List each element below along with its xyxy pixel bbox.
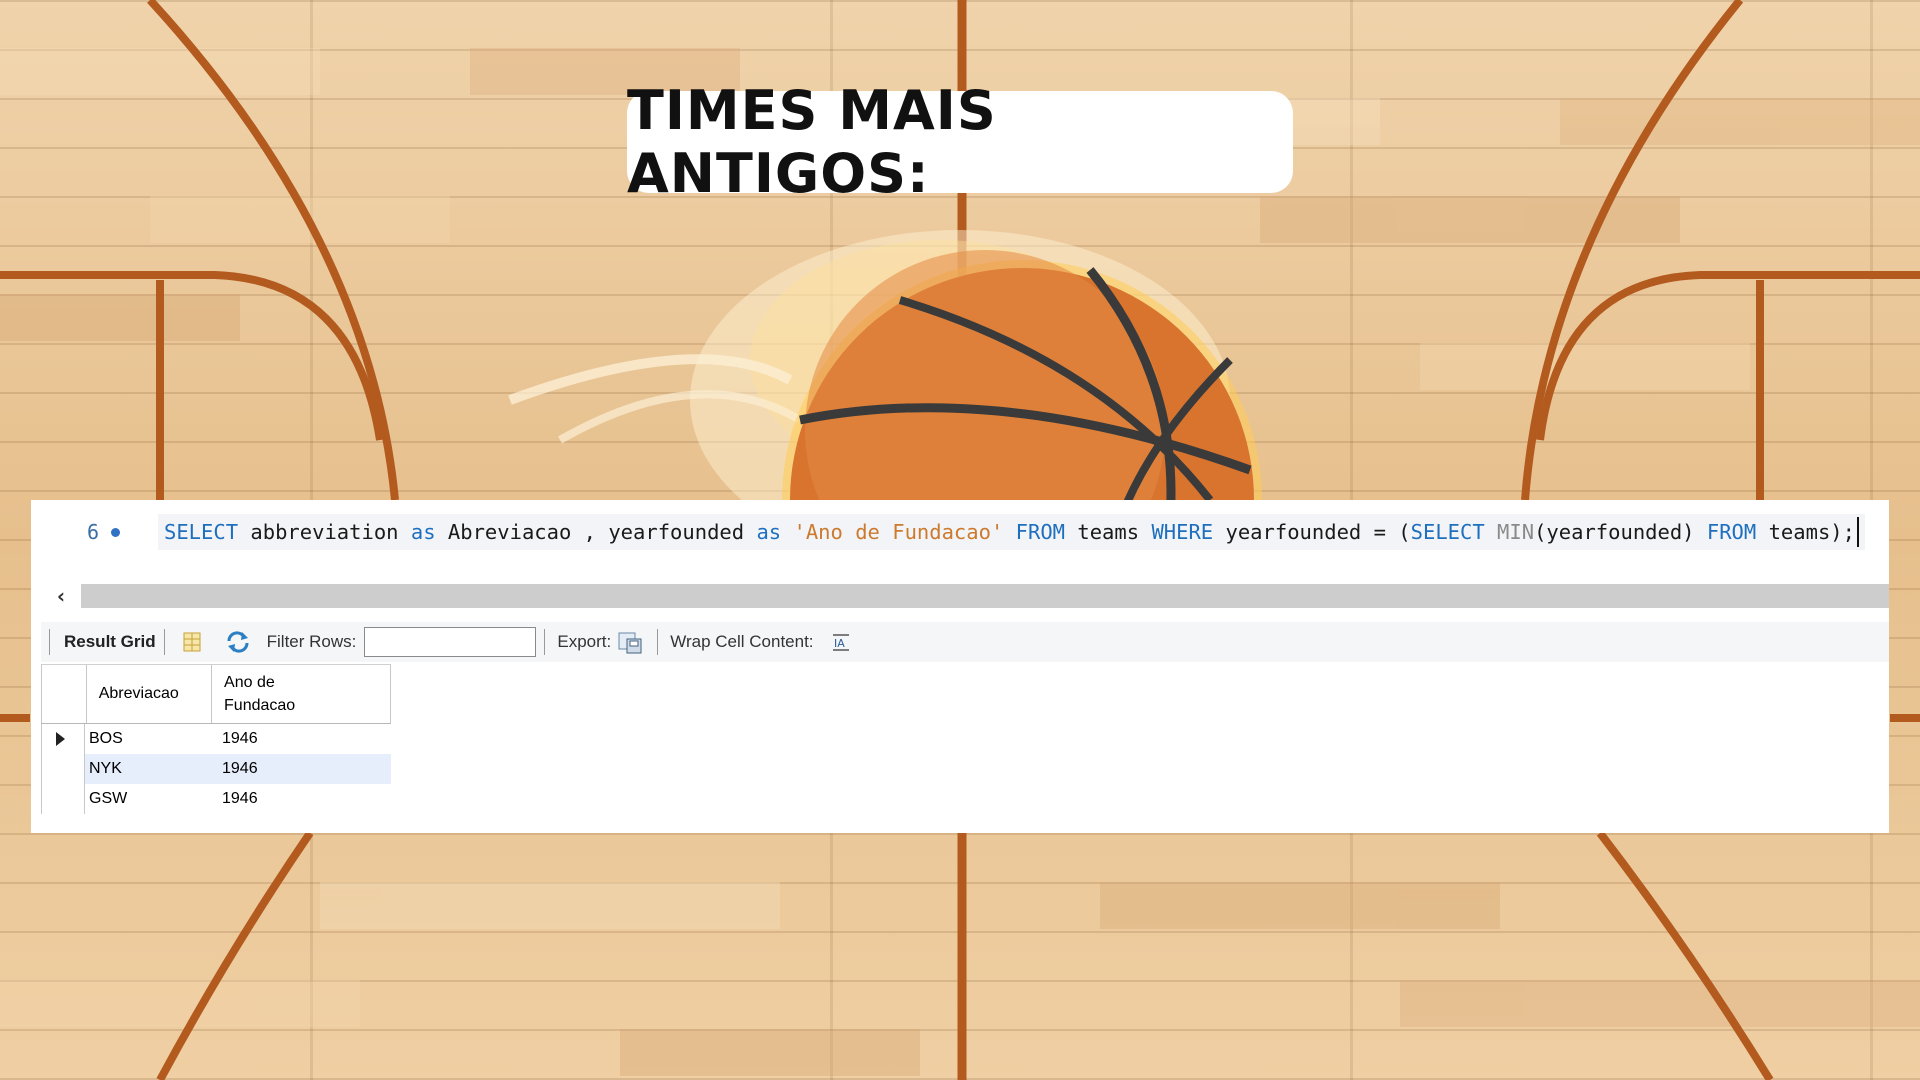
sql-token: 'Ano de Fundacao' <box>793 520 1004 544</box>
scroll-left-icon[interactable]: ‹ <box>49 584 73 608</box>
table-cell[interactable]: BOS <box>85 730 211 748</box>
refresh-icon[interactable] <box>225 629 251 655</box>
current-row-arrow-icon <box>56 732 65 746</box>
sql-token: teams <box>1065 520 1152 544</box>
sql-token: SELECT <box>1410 520 1485 544</box>
sql-token: WHERE <box>1151 520 1214 544</box>
sql-token: as <box>410 520 436 544</box>
filter-rows-label: Filter Rows: <box>266 632 357 651</box>
sql-token: Abreviacao , yearfounded <box>435 520 757 544</box>
export-icon[interactable] <box>617 629 643 655</box>
grid-corner-cell[interactable] <box>41 665 87 723</box>
table-row[interactable]: NYK 1946 <box>41 754 391 784</box>
table-cell[interactable]: NYK <box>85 754 211 784</box>
sql-token: SELECT <box>164 520 239 544</box>
statement-marker-dot <box>111 527 120 537</box>
sql-token: teams); <box>1756 520 1855 544</box>
result-grid-tab[interactable]: Result Grid <box>64 632 156 652</box>
result-toolbar: Result Grid Filter Rows: Export: Wrap Ce… <box>41 622 1889 662</box>
wrap-text-icon[interactable]: IA <box>828 629 854 655</box>
result-grid: Abreviacao Ano de Fundacao BOS 1946 NYK 194… <box>41 664 391 814</box>
grid-header-row: Abreviacao Ano de Fundacao <box>41 664 391 724</box>
sql-token: yearfounded = ( <box>1213 520 1411 544</box>
sql-editor[interactable]: 6 SELECT abbreviation as Abreviacao , ye… <box>41 500 1889 580</box>
filter-rows-input[interactable] <box>364 627 537 657</box>
toolbar-separator <box>163 629 165 655</box>
line-number: 6 <box>86 520 99 544</box>
column-header-abreviacao[interactable]: Abreviacao <box>87 665 213 723</box>
sql-token: FROM <box>1706 520 1757 544</box>
toolbar-separator <box>544 629 546 655</box>
table-cell[interactable]: GSW <box>85 790 211 808</box>
row-marker[interactable] <box>41 784 85 814</box>
sql-token: (yearfounded) <box>1534 520 1707 544</box>
sql-workbench-panel: 6 SELECT abbreviation as Abreviacao , ye… <box>31 500 1889 833</box>
column-header-label: Ano de Fundacao <box>224 674 296 714</box>
horizontal-scrollbar[interactable]: ‹ <box>41 582 1889 610</box>
scrollbar-track[interactable] <box>81 584 1889 608</box>
column-header-ano-de-fundacao[interactable]: Ano de Fundacao <box>212 665 391 723</box>
grid-view-icon[interactable] <box>179 629 205 655</box>
wrap-cell-content-label: Wrap Cell Content: <box>670 632 814 651</box>
sql-token: abbreviation <box>238 520 411 544</box>
table-row[interactable]: GSW 1946 <box>41 784 391 814</box>
grid-body: BOS 1946 NYK 1946 GSW 1946 <box>41 724 391 814</box>
page-title: TIMES MAIS ANTIGOS: <box>627 79 997 205</box>
export-label: Export: <box>557 632 612 651</box>
table-row[interactable]: BOS 1946 <box>41 724 391 754</box>
toolbar-separator <box>657 629 659 655</box>
sql-statement[interactable]: SELECT abbreviation as Abreviacao , year… <box>158 514 1865 550</box>
title-card: TIMES MAIS ANTIGOS: <box>627 79 1293 205</box>
sql-token: as <box>756 520 782 544</box>
row-marker[interactable] <box>41 754 85 784</box>
text-cursor <box>1857 517 1859 547</box>
table-cell[interactable]: 1946 <box>211 730 391 748</box>
code-line[interactable]: 6 SELECT abbreviation as Abreviacao , ye… <box>41 514 1881 550</box>
svg-text:IA: IA <box>834 637 845 650</box>
row-marker[interactable] <box>41 724 85 754</box>
sql-token: FROM <box>1015 520 1066 544</box>
sql-token: MIN <box>1497 520 1535 544</box>
toolbar-separator <box>49 629 50 655</box>
table-cell[interactable]: 1946 <box>211 754 391 784</box>
table-cell[interactable]: 1946 <box>211 790 391 808</box>
